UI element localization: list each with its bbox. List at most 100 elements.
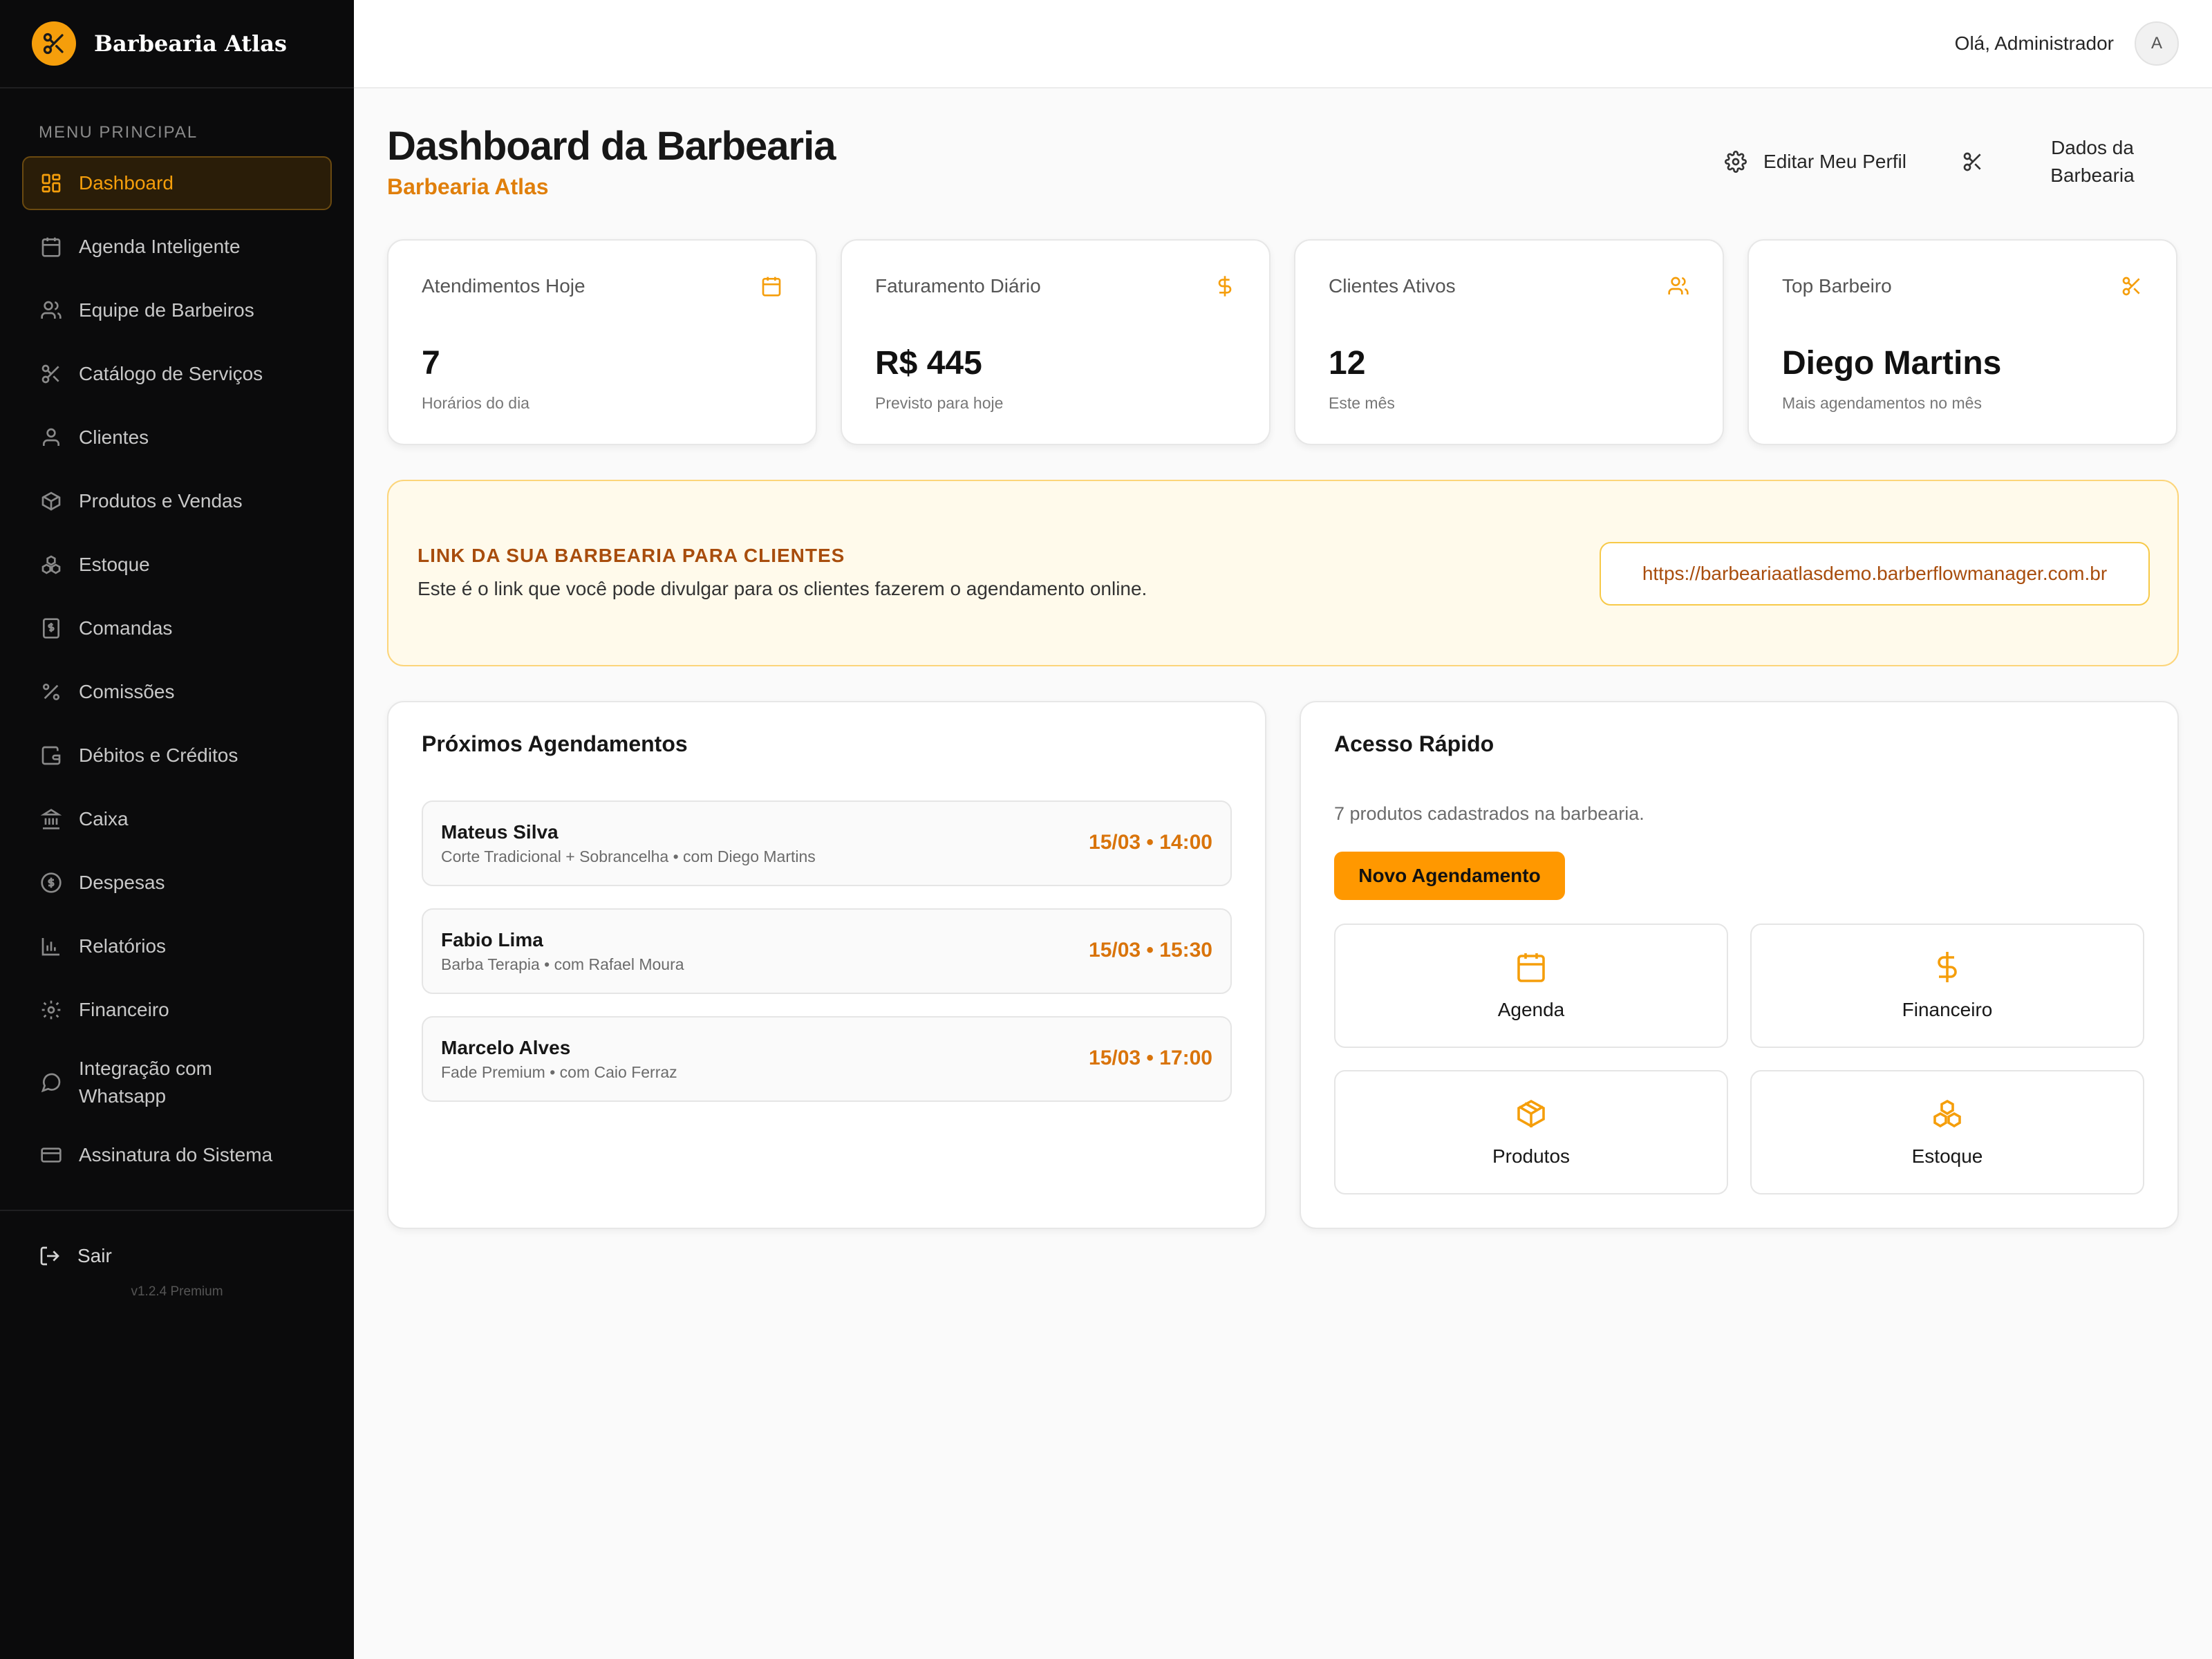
bar-chart-icon [41, 938, 59, 956]
greeting: Olá, Administrador [1954, 32, 2114, 54]
sidebar-item-cash[interactable]: Caixa [22, 792, 332, 846]
quick-access-products[interactable]: Produtos [1334, 1070, 1728, 1194]
page-title: Dashboard da Barbearia [387, 124, 836, 169]
stat-value: Diego Martins [1782, 345, 2002, 382]
sidebar-item-reports[interactable]: Relatórios [22, 919, 332, 973]
booking-link-banner: LINK DA SUA BARBEARIA PARA CLIENTES Este… [387, 480, 2179, 666]
new-appointment-button[interactable]: Novo Agendamento [1334, 852, 1565, 900]
booking-link[interactable]: https://barbeariaatlasdemo.barberflowman… [1600, 542, 2150, 606]
appointment-client: Marcelo Alves [441, 1037, 571, 1058]
sidebar-item-expenses[interactable]: Despesas [22, 856, 332, 910]
stats-row: Atendimentos Hoje 7 Horários do dia Fatu… [387, 239, 2179, 445]
sidebar-item-label: Produtos e Vendas [79, 490, 243, 512]
shop-data-button[interactable]: Dados da Barbearia [1962, 134, 2179, 189]
panel-title: Próximos Agendamentos [422, 731, 688, 756]
wallet-icon [41, 746, 61, 765]
shop-data-label: Dados da Barbearia [2050, 137, 2135, 186]
stat-value: R$ 445 [875, 345, 982, 382]
sidebar-item-dashboard[interactable]: Dashboard [22, 156, 332, 210]
sidebar-item-services[interactable]: Catálogo de Serviços [22, 347, 332, 401]
stat-value: 7 [422, 345, 440, 382]
edit-profile-label: Editar Meu Perfil [1763, 151, 1906, 172]
appointment-item[interactable]: Mateus Silva Corte Tradicional + Sobranc… [422, 800, 1232, 886]
quick-access-agenda[interactable]: Agenda [1334, 924, 1728, 1048]
edit-profile-button[interactable]: Editar Meu Perfil [1725, 151, 1906, 173]
sidebar-item-agenda[interactable]: Agenda Inteligente [22, 220, 332, 274]
stat-title: Atendimentos Hoje [422, 275, 585, 297]
sidebar-item-label: Catálogo de Serviços [79, 363, 263, 384]
sidebar-item-label: Equipe de Barbeiros [79, 299, 254, 321]
sidebar-item-commissions[interactable]: Comissões [22, 665, 332, 719]
sidebar: Barbearia Atlas MENU PRINCIPAL Dashboard… [0, 0, 354, 1659]
gear-icon [41, 1000, 61, 1020]
quick-access-panel: Acesso Rápido 7 produtos cadastrados na … [1300, 701, 2179, 1229]
tile-label: Estoque [1911, 1145, 1983, 1167]
boxes-icon [41, 555, 61, 574]
sidebar-item-whatsapp[interactable]: Integração com Whatsapp [22, 1047, 332, 1118]
stat-title: Faturamento Diário [875, 275, 1041, 297]
stat-sub: Horários do dia [422, 394, 529, 412]
quick-access-finance[interactable]: Financeiro [1750, 924, 2144, 1048]
tile-label: Agenda [1497, 999, 1565, 1020]
sidebar-item-label: Despesas [79, 872, 165, 893]
stat-card-appointments: Atendimentos Hoje 7 Horários do dia [387, 239, 817, 445]
avatar[interactable]: A [2135, 21, 2179, 66]
calendar-icon [762, 276, 781, 297]
dollar-icon [1938, 952, 1957, 982]
page-header: Dashboard da Barbearia Barbearia Atlas E… [387, 88, 2179, 239]
sidebar-item-label: Relatórios [79, 935, 167, 957]
stat-card-top-barber: Top Barbeiro Diego Martins Mais agendame… [1747, 239, 2177, 445]
sidebar-item-stock[interactable]: Estoque [22, 538, 332, 592]
appointment-client: Mateus Silva [441, 821, 559, 843]
tile-label: Financeiro [1902, 999, 1993, 1020]
sidebar-item-clients[interactable]: Clientes [22, 411, 332, 465]
appointment-time: 15/03 • 15:30 [1089, 939, 1212, 962]
sidebar-item-team[interactable]: Equipe de Barbeiros [22, 283, 332, 337]
sidebar-item-label: Comissões [79, 681, 175, 702]
boxes-icon [1933, 1099, 1961, 1128]
main-content: Dashboard da Barbearia Barbearia Atlas E… [387, 88, 2179, 1229]
appointment-item[interactable]: Fabio Lima Barba Terapia • com Rafael Mo… [422, 908, 1232, 994]
dollar-circle-icon [41, 872, 62, 893]
sidebar-item-orders[interactable]: Comandas [22, 601, 332, 655]
gear-icon [1725, 151, 1747, 173]
log-out-icon [40, 1246, 59, 1266]
sidebar-item-products[interactable]: Produtos e Vendas [22, 474, 332, 528]
scissors-icon [41, 364, 59, 384]
sidebar-divider [0, 1210, 354, 1211]
sidebar-item-finance[interactable]: Financeiro [22, 983, 332, 1037]
landmark-icon [40, 809, 62, 830]
brand[interactable]: Barbearia Atlas [0, 0, 354, 88]
layout-grid-icon [41, 174, 61, 193]
appointment-item[interactable]: Marcelo Alves Fade Premium • com Caio Fe… [422, 1016, 1232, 1102]
topbar: Olá, Administrador A [354, 0, 2212, 88]
percent-icon [43, 684, 59, 700]
panel-title: Acesso Rápido [1334, 731, 1494, 756]
sidebar-item-label: Comandas [79, 617, 173, 639]
dollar-icon [1218, 276, 1232, 297]
users-icon [1668, 276, 1689, 294]
chat-icon [41, 1073, 61, 1093]
upcoming-appointments-panel: Próximos Agendamentos Mateus Silva Corte… [387, 701, 1266, 1229]
menu-section-title: MENU PRINCIPAL [39, 123, 198, 142]
appointment-detail: Corte Tradicional + Sobrancelha • com Di… [441, 847, 816, 865]
user-icon [43, 428, 59, 446]
logout-button[interactable]: Sair [0, 1232, 354, 1280]
package-icon [41, 491, 61, 511]
products-count-text: 7 produtos cadastrados na barbearia. [1334, 803, 1644, 824]
banner-title: LINK DA SUA BARBEARIA PARA CLIENTES [418, 545, 845, 566]
stat-sub: Mais agendamentos no mês [1782, 394, 1982, 412]
stat-title: Top Barbeiro [1782, 275, 1892, 297]
version-label: v1.2.4 Premium [131, 1284, 223, 1299]
sidebar-item-label: Financeiro [79, 999, 169, 1020]
quick-access-stock[interactable]: Estoque [1750, 1070, 2144, 1194]
sidebar-menu: Dashboard Agenda Inteligente Equipe de B… [0, 156, 354, 1182]
sidebar-item-subscription[interactable]: Assinatura do Sistema [22, 1128, 332, 1182]
sidebar-item-debits-credits[interactable]: Débitos e Créditos [22, 729, 332, 782]
stat-title: Clientes Ativos [1329, 275, 1456, 297]
sidebar-item-label: Agenda Inteligente [79, 236, 241, 257]
appointment-time: 15/03 • 14:00 [1089, 831, 1212, 854]
users-icon [41, 301, 62, 319]
sidebar-item-label: Dashboard [79, 172, 174, 194]
appointment-client: Fabio Lima [441, 929, 543, 950]
